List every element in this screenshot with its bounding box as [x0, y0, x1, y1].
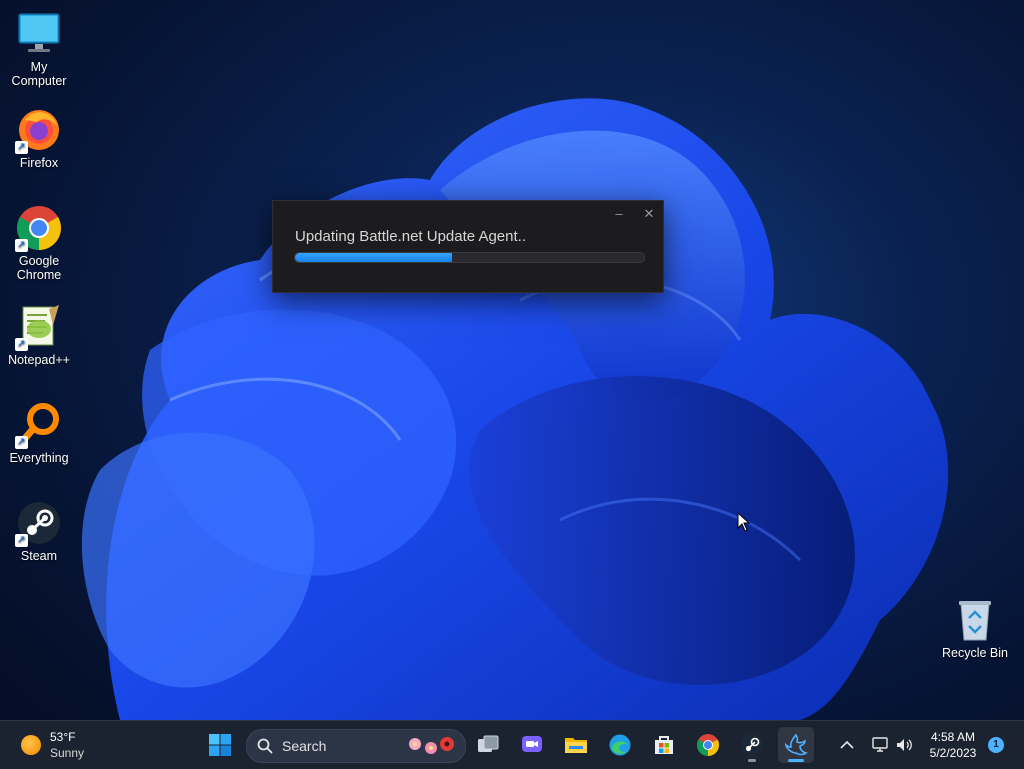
mouse-cursor-icon — [737, 512, 751, 532]
windows-logo-icon — [209, 734, 231, 756]
battlenet-icon — [784, 733, 808, 756]
weather-widget[interactable]: 53°F Sunny — [18, 729, 108, 761]
teams-icon — [522, 736, 542, 752]
desktop-icon-firefox[interactable]: ↗ Firefox — [2, 106, 76, 170]
desktop-icon-label: Steam — [20, 549, 58, 563]
update-progress-bar — [294, 252, 645, 263]
recycle-bin-icon — [951, 596, 999, 644]
edge-icon — [609, 734, 631, 756]
search-highlight-flowers-icon — [409, 737, 454, 754]
desktop-icon-label: Recycle Bin — [942, 646, 1008, 660]
teams-chat-button[interactable] — [514, 727, 550, 763]
search-icon — [257, 738, 273, 754]
battlenet-taskbar-button[interactable] — [778, 727, 814, 763]
firefox-icon: ↗ — [15, 106, 63, 154]
microsoft-store-button[interactable] — [646, 727, 682, 763]
weather-condition: Sunny — [50, 746, 85, 760]
taskbar-search-box[interactable]: Search — [246, 729, 466, 763]
shortcut-arrow-icon: ↗ — [15, 338, 28, 351]
clock-time: 4:58 AM — [930, 730, 976, 744]
desktop-icon-notepad-plus-plus[interactable]: ↗ Notepad++ — [2, 303, 76, 367]
weather-temperature: 53°F — [50, 730, 76, 744]
desktop-icon-recycle-bin[interactable]: Recycle Bin — [938, 596, 1012, 660]
volume-icon[interactable] — [894, 735, 914, 755]
task-view-button[interactable] — [470, 727, 506, 763]
shortcut-arrow-icon: ↗ — [15, 239, 28, 252]
notepad-plus-plus-icon: ↗ — [15, 303, 63, 351]
battlenet-update-dialog: – ✕ Updating Battle.net Update Agent.. — [272, 200, 664, 293]
network-icon[interactable] — [870, 735, 890, 755]
desktop-icon-my-computer[interactable]: My Computer — [2, 10, 76, 88]
update-progress-fill — [295, 253, 453, 262]
desktop-icon-label: Everything — [9, 451, 69, 465]
chrome-taskbar-button[interactable] — [690, 727, 726, 763]
update-status-text: Updating Battle.net Update Agent.. — [295, 228, 526, 245]
chevron-up-icon[interactable] — [836, 735, 858, 755]
search-placeholder: Search — [282, 738, 327, 754]
shortcut-arrow-icon: ↗ — [15, 534, 28, 547]
steam-icon: ↗ — [15, 499, 63, 547]
monitor-icon — [15, 10, 63, 58]
desktop-icon-steam[interactable]: ↗ Steam — [2, 499, 76, 563]
desktop-icon-label: Google Chrome — [16, 254, 62, 282]
taskbar: 53°F Sunny Search 4:58 AM 5/2/2023 1 — [0, 720, 1024, 769]
clock-date: 5/2/2023 — [929, 746, 977, 760]
chrome-icon — [697, 734, 719, 756]
steam-taskbar-button[interactable] — [734, 727, 770, 763]
wallpaper-bloom — [81, 98, 949, 720]
file-explorer-button[interactable] — [558, 727, 594, 763]
close-button[interactable]: ✕ — [639, 205, 659, 223]
minimize-button[interactable]: – — [609, 205, 629, 223]
desktop-icon-label: My Computer — [11, 60, 67, 88]
desktop-icon-google-chrome[interactable]: ↗ Google Chrome — [2, 204, 76, 282]
store-icon — [655, 736, 673, 754]
start-button[interactable] — [202, 727, 238, 763]
sun-icon — [21, 735, 41, 755]
shortcut-arrow-icon: ↗ — [15, 141, 28, 154]
shortcut-arrow-icon: ↗ — [15, 436, 28, 449]
steam-icon — [741, 734, 763, 756]
everything-search-icon: ↗ — [15, 401, 63, 449]
desktop-icon-label: Firefox — [19, 156, 59, 170]
desktop-icon-everything[interactable]: ↗ Everything — [2, 401, 76, 465]
notification-badge[interactable]: 1 — [988, 737, 1004, 753]
system-clock[interactable]: 4:58 AM 5/2/2023 — [918, 729, 988, 761]
running-indicator — [788, 759, 804, 762]
task-view-icon — [478, 735, 499, 752]
chrome-icon: ↗ — [15, 204, 63, 252]
running-indicator — [748, 759, 756, 762]
desktop-icon-label: Notepad++ — [8, 353, 70, 367]
file-explorer-icon — [565, 738, 587, 753]
edge-button[interactable] — [602, 727, 638, 763]
